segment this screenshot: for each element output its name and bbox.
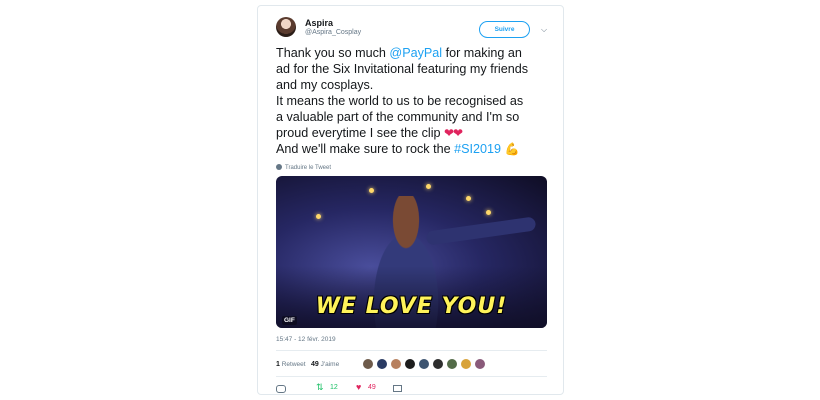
- stage-light: [316, 214, 321, 219]
- mention-link[interactable]: @PayPal: [389, 46, 442, 60]
- retweet-icon[interactable]: ⇅: [316, 382, 324, 393]
- retweet-count: 12: [330, 384, 338, 391]
- tweet-card: Aspira @Aspira_Cosplay Suivre ⌵ Thank yo…: [257, 5, 564, 395]
- globe-icon: [276, 164, 282, 170]
- gif-badge: GIF: [282, 316, 297, 325]
- chevron-down-icon[interactable]: ⌵: [541, 25, 547, 35]
- gif-caption: WE LOVE YOU!: [315, 294, 508, 319]
- likes-label[interactable]: J'aime: [321, 361, 340, 368]
- likes-count[interactable]: 49: [311, 361, 319, 368]
- avatar[interactable]: [460, 358, 472, 370]
- avatar[interactable]: [446, 358, 458, 370]
- direct-message-icon[interactable]: [393, 385, 402, 392]
- tweet-line: proud everytime I see the clip ❤❤: [276, 125, 560, 141]
- avatar[interactable]: [362, 358, 374, 370]
- muscle-emoji: 💪: [504, 142, 520, 156]
- avatar[interactable]: [432, 358, 444, 370]
- tweet-line: And we'll make sure to rock the #SI2019 …: [276, 141, 560, 157]
- tweet-text: Thank you so much @PayPal for making an …: [276, 45, 560, 157]
- avatar[interactable]: [390, 358, 402, 370]
- avatar[interactable]: [404, 358, 416, 370]
- tweet-line: It means the world to us to be recognise…: [276, 94, 524, 108]
- tweet-text-segment: proud everytime I see the clip: [276, 126, 444, 140]
- retweets-label[interactable]: Retweet: [282, 361, 306, 368]
- tweet-line: Thank you so much @PayPal for making an: [276, 45, 560, 61]
- tweet-text-segment: Thank you so much: [276, 46, 390, 60]
- tweet-line: a valuable part of the community and I'm…: [276, 110, 520, 124]
- tweet-line: and my cosplays.: [276, 78, 374, 92]
- tweet-actions: ⇅ 12 ♥ 49: [276, 382, 436, 395]
- hashtag-link[interactable]: #SI2019: [454, 142, 501, 156]
- stage-light: [369, 188, 374, 193]
- stage-light: [426, 184, 431, 189]
- avatar[interactable]: [276, 17, 296, 37]
- divider: [276, 350, 547, 351]
- translate-label: Traduire le Tweet: [285, 165, 332, 171]
- heart-icon[interactable]: ♥: [356, 382, 361, 392]
- retweets-count[interactable]: 1: [276, 361, 280, 368]
- avatar[interactable]: [418, 358, 430, 370]
- author-handle[interactable]: @Aspira_Cosplay: [305, 29, 361, 36]
- reply-icon[interactable]: [276, 385, 286, 393]
- gif-media[interactable]: WE LOVE YOU! GIF: [276, 176, 547, 328]
- like-count: 49: [368, 384, 376, 391]
- translate-link[interactable]: Traduire le Tweet: [276, 164, 331, 171]
- avatar[interactable]: [376, 358, 388, 370]
- author-name[interactable]: Aspira: [305, 18, 333, 28]
- tweet-text-segment: And we'll make sure to rock the: [276, 142, 455, 156]
- heart-emoji: ❤❤: [444, 126, 463, 140]
- tweet-timestamp[interactable]: 15:47 - 12 févr. 2019: [276, 336, 336, 343]
- liker-avatars: [362, 358, 486, 370]
- tweet-line: ad for the Six Invitational featuring my…: [276, 62, 529, 76]
- avatar[interactable]: [474, 358, 486, 370]
- stage-light: [466, 196, 471, 201]
- stage-light: [486, 210, 491, 215]
- follow-button[interactable]: Suivre: [479, 21, 530, 38]
- divider: [276, 376, 547, 377]
- tweet-text-segment: for making an: [442, 46, 522, 60]
- tweet-stats: 1 Retweet 49 J'aime: [276, 361, 339, 368]
